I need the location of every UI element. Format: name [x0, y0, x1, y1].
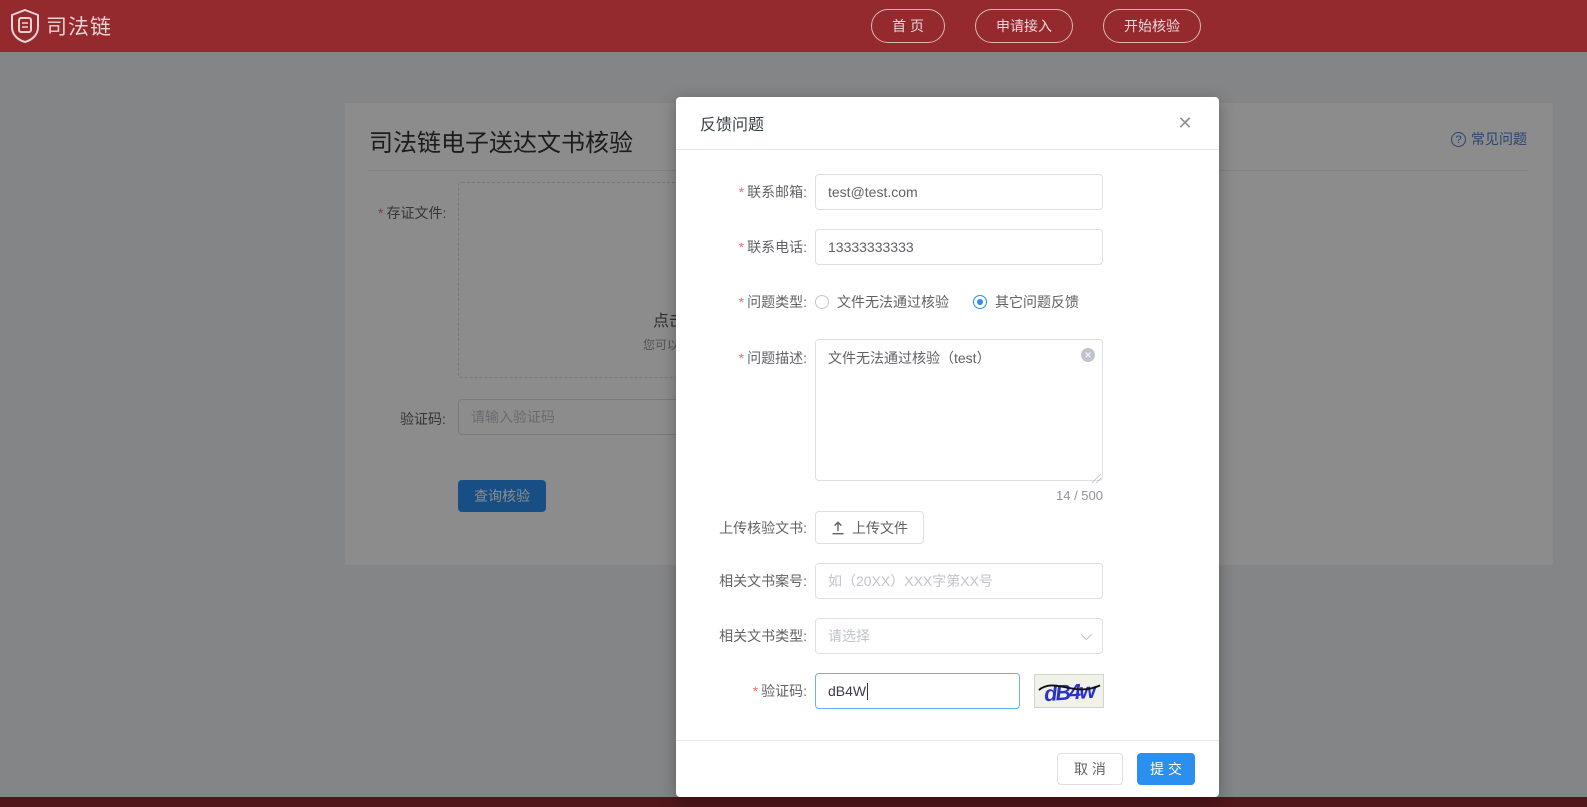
- upload-file-button[interactable]: 上传文件: [815, 511, 924, 544]
- description-wrap: 文件无法通过核验（test） ✕: [815, 339, 1103, 486]
- case-number-label: 相关文书案号:: [719, 573, 807, 589]
- case-number-field[interactable]: [815, 563, 1103, 599]
- char-counter: 14 / 500: [1056, 488, 1103, 503]
- upload-doc-label: 上传核验文书:: [719, 519, 807, 536]
- text-caret: [867, 682, 869, 700]
- brand-name: 司法链: [46, 16, 112, 39]
- case-number-row: 相关文书案号:: [700, 563, 1195, 599]
- captcha-field[interactable]: dB4W: [815, 673, 1020, 709]
- upload-icon: [832, 520, 844, 534]
- modal-header: 反馈问题 ✕: [676, 97, 1219, 150]
- captcha-image[interactable]: dB4w: [1034, 674, 1104, 708]
- radio-circle-icon: [815, 295, 829, 309]
- clear-icon[interactable]: ✕: [1081, 348, 1095, 362]
- description-field[interactable]: 文件无法通过核验（test）: [815, 339, 1103, 481]
- app-header: 司法链 首 页 申请接入 开始核验: [0, 0, 1587, 52]
- email-field[interactable]: [815, 174, 1103, 210]
- radio-label: 其它问题反馈: [995, 294, 1079, 310]
- description-row: * 问题描述: 文件无法通过核验（test） ✕: [700, 339, 1195, 486]
- radio-other-feedback[interactable]: 其它问题反馈: [973, 292, 1079, 312]
- phone-row: * 联系电话:: [700, 229, 1195, 265]
- issue-type-row: * 问题类型: 文件无法通过核验 其它问题反馈: [700, 284, 1195, 320]
- submit-button[interactable]: 提 交: [1137, 753, 1195, 785]
- issue-type-radio-group: 文件无法通过核验 其它问题反馈: [815, 284, 1079, 320]
- modal-body: *联系邮箱: *联系电话: *问题类型: 文件无法通过核验 其它问题反馈 *问题…: [676, 150, 1219, 709]
- main-nav: 首 页 申请接入 开始核验: [871, 0, 1201, 52]
- radio-circle-icon: [973, 295, 987, 309]
- radio-label: 文件无法通过核验: [837, 294, 949, 310]
- captcha-value: dB4W: [828, 683, 867, 699]
- email-label: * 联系邮箱:: [738, 184, 807, 200]
- description-label: * 问题描述:: [738, 350, 807, 366]
- upload-doc-row: 上传核验文书: 上传文件: [700, 511, 1195, 544]
- captcha-image-text: dB4w: [1043, 678, 1098, 707]
- shield-logo-icon: [11, 9, 39, 43]
- modal-title: 反馈问题: [700, 117, 765, 134]
- modal-footer: 取 消 提 交: [676, 740, 1219, 797]
- phone-field[interactable]: [815, 229, 1103, 265]
- doc-type-placeholder: 请选择: [828, 628, 870, 644]
- feedback-modal: 反馈问题 ✕ *联系邮箱: *联系电话: *问题类型: 文件无法通过核验 其它问…: [676, 97, 1219, 797]
- email-row: * 联系邮箱:: [700, 174, 1195, 210]
- resize-handle-icon[interactable]: [1092, 474, 1101, 483]
- phone-label: * 联系电话:: [738, 239, 807, 255]
- upload-file-label: 上传文件: [852, 519, 908, 536]
- captcha-row: * 验证码: dB4W dB4w: [700, 673, 1195, 709]
- nav-home[interactable]: 首 页: [871, 9, 945, 43]
- issue-type-label: * 问题类型:: [738, 294, 807, 310]
- nav-start-verify[interactable]: 开始核验: [1103, 9, 1201, 43]
- captcha-label: * 验证码:: [752, 683, 807, 699]
- chevron-down-icon: [1080, 628, 1093, 641]
- brand[interactable]: 司法链: [10, 9, 112, 43]
- close-icon[interactable]: ✕: [1173, 111, 1197, 135]
- doc-type-label: 相关文书类型:: [719, 628, 807, 644]
- cancel-button[interactable]: 取 消: [1057, 753, 1123, 785]
- char-counter-row: 14 / 500: [700, 488, 1195, 503]
- doc-type-select[interactable]: 请选择: [815, 618, 1103, 654]
- radio-file-fail-verify[interactable]: 文件无法通过核验: [815, 292, 949, 312]
- doc-type-row: 相关文书类型: 请选择: [700, 618, 1195, 654]
- nav-apply-access[interactable]: 申请接入: [975, 9, 1073, 43]
